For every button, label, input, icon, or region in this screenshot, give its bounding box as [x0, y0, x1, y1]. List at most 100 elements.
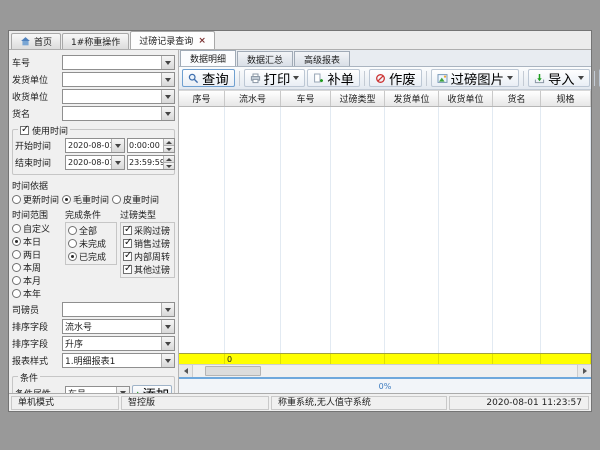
radio-this-year[interactable]: 本年	[12, 287, 62, 300]
radio-today[interactable]: 本日	[12, 235, 62, 248]
radio-finished[interactable]: 已完成	[68, 250, 114, 263]
horizontal-scrollbar[interactable]	[179, 364, 591, 377]
start-date-picker[interactable]: 2020-08-01	[65, 138, 125, 153]
check-sale[interactable]: 销售过磅	[123, 237, 172, 250]
tab-label: 过磅记录查询	[139, 34, 193, 47]
scroll-right-icon[interactable]	[577, 365, 591, 377]
goods-combo[interactable]	[62, 106, 175, 121]
sort-field-combo[interactable]: 流水号	[62, 319, 175, 334]
chevron-down-icon[interactable]	[161, 107, 174, 120]
tab-home[interactable]: 首页	[11, 33, 61, 49]
weigher-label: 司磅员	[12, 303, 60, 316]
check-other[interactable]: 其他过磅	[123, 263, 172, 276]
radio-two-days[interactable]: 两日	[12, 248, 62, 261]
column-header-serial[interactable]: 流水号	[225, 90, 281, 106]
chevron-down-icon[interactable]	[111, 156, 124, 169]
tab-weighing-record-query[interactable]: 过磅记录查询 ×	[130, 31, 215, 49]
summary-cell	[385, 354, 439, 364]
photo-icon	[437, 73, 448, 84]
body-row: 车号 发货单位 收货单位 货	[9, 50, 591, 393]
weigher-combo[interactable]	[62, 302, 175, 317]
report-style-combo[interactable]: 1.明细报表1	[62, 353, 175, 368]
summary-cell	[331, 354, 385, 364]
chevron-down-icon[interactable]	[161, 354, 174, 367]
void-button[interactable]: 作废	[369, 69, 422, 87]
radio-tare-time[interactable]: 皮重时间	[112, 193, 159, 206]
weigh-photo-button[interactable]: 过磅图片	[431, 69, 519, 87]
scrollbar-thumb[interactable]	[205, 366, 261, 376]
chevron-down-icon[interactable]	[161, 303, 174, 316]
spin-down-icon[interactable]	[164, 145, 174, 152]
summary-cell	[179, 354, 225, 364]
search-icon	[188, 73, 199, 84]
check-purchase[interactable]: 采购过磅	[123, 224, 172, 237]
chevron-down-icon[interactable]	[161, 320, 174, 333]
vehicle-label: 车号	[12, 56, 60, 69]
sort-order-combo[interactable]: 升序	[62, 336, 175, 351]
column-header-spec[interactable]: 规格	[541, 90, 591, 106]
query-button[interactable]: 查询	[182, 69, 235, 87]
body-column	[225, 107, 281, 353]
body-column	[179, 107, 225, 353]
body-column	[493, 107, 541, 353]
chevron-down-icon[interactable]	[161, 56, 174, 69]
chevron-down-icon[interactable]	[161, 73, 174, 86]
vehicle-combo[interactable]	[62, 55, 175, 70]
radio-gross-time[interactable]: 毛重时间	[62, 193, 109, 206]
tab-advanced-report[interactable]: 高级报表	[294, 51, 350, 66]
time-value: 23:59:59	[128, 156, 163, 169]
summary-cell	[439, 354, 493, 364]
column-header-receiver[interactable]: 收货单位	[439, 90, 493, 106]
progress-percent: 0%	[379, 382, 392, 391]
column-header-shipper[interactable]: 发货单位	[385, 90, 439, 106]
filter-columns: 时间范围 自定义 本日 两日 本周 本月 本年 完成条件 全部 未完成 已完成	[12, 208, 175, 300]
column-header-type[interactable]: 过磅类型	[331, 90, 385, 106]
tab-weighing-operation[interactable]: 1#称重操作	[62, 33, 129, 49]
column-header-vehicle[interactable]: 车号	[281, 90, 331, 106]
chevron-down-icon[interactable]	[578, 76, 584, 80]
use-time-checkbox[interactable]	[20, 126, 29, 135]
combo-value: 流水号	[65, 320, 161, 333]
tab-data-summary[interactable]: 数据汇总	[237, 51, 293, 66]
receiver-combo[interactable]	[62, 89, 175, 104]
shipper-label: 发货单位	[12, 73, 60, 86]
print-button[interactable]: 打印	[244, 69, 306, 87]
end-time-spinner[interactable]: 23:59:59	[127, 155, 175, 170]
table-body	[179, 107, 591, 353]
toolbar-separator	[239, 71, 240, 86]
chevron-down-icon[interactable]	[116, 387, 129, 394]
radio-all[interactable]: 全部	[68, 224, 114, 237]
supplement-order-button[interactable]: 补单	[307, 69, 360, 87]
use-time-group: 使用时间 开始时间 2020-08-01 0:00:00	[12, 129, 175, 175]
chevron-down-icon[interactable]	[293, 76, 299, 80]
tab-data-detail[interactable]: 数据明细	[180, 50, 236, 66]
summary-row: 0	[179, 353, 591, 364]
status-message: 称重系统,无人值守系统	[271, 396, 447, 410]
column-header-goods[interactable]: 货名	[493, 90, 541, 106]
progress-bar: 0%	[179, 377, 591, 393]
end-date-picker[interactable]: 2020-08-01	[65, 155, 125, 170]
condition-attr-combo[interactable]: 车号	[65, 386, 130, 394]
add-condition-button[interactable]: 添加	[132, 385, 172, 393]
radio-update-time[interactable]: 更新时间	[12, 193, 59, 206]
shipper-combo[interactable]	[62, 72, 175, 87]
spin-down-icon[interactable]	[164, 162, 174, 169]
sort-order-label: 排序字段	[12, 337, 60, 350]
start-time-label: 开始时间	[15, 139, 63, 152]
radio-this-month[interactable]: 本月	[12, 274, 62, 287]
chevron-down-icon[interactable]	[161, 337, 174, 350]
tab-label: 首页	[34, 35, 52, 48]
radio-custom[interactable]: 自定义	[12, 222, 62, 235]
chevron-down-icon[interactable]	[111, 139, 124, 152]
start-time-spinner[interactable]: 0:00:00	[127, 138, 175, 153]
close-icon[interactable]: ×	[198, 36, 206, 46]
check-internal[interactable]: 内部周转	[123, 250, 172, 263]
column-header-seq[interactable]: 序号	[179, 90, 225, 106]
scroll-left-icon[interactable]	[179, 365, 193, 377]
chevron-down-icon[interactable]	[161, 90, 174, 103]
radio-this-week[interactable]: 本周	[12, 261, 62, 274]
radio-unfinished[interactable]: 未完成	[68, 237, 114, 250]
chevron-down-icon[interactable]	[507, 76, 513, 80]
home-icon	[20, 36, 31, 47]
import-button[interactable]: 导入	[528, 69, 590, 87]
